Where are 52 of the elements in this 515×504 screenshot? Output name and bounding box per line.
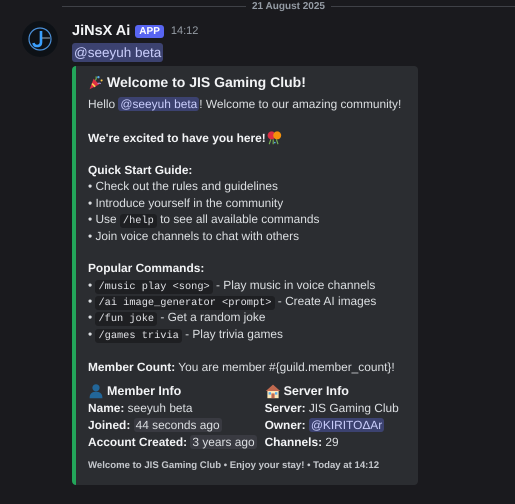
field-label: Joined: [88, 418, 130, 432]
person-icon [88, 383, 104, 400]
date-divider: 21 August 2025 [251, 0, 326, 12]
bold-text: Quick Start Guide: [88, 162, 192, 177]
message-text: You are member #{guild.member_count}! [177, 360, 395, 374]
message-text: ! Welcome to our amazing community! [199, 97, 402, 112]
field-label: Owner: [264, 418, 306, 432]
field-label: Name: [88, 401, 124, 416]
message-text: • Check out the rules and guidelines [88, 179, 278, 194]
bold-text: Member Count: [88, 360, 176, 374]
message-text: Hello [88, 97, 116, 112]
message-text: • [88, 326, 94, 341]
app-badge: APP [135, 24, 164, 38]
message-text: • [88, 310, 94, 324]
message-text: • Join voice channels to chat with others [88, 228, 300, 243]
message-text: • [88, 294, 94, 308]
field-title: Server Info [284, 383, 349, 400]
inline-code: /fun joke [95, 312, 158, 326]
field-title: Member Info [107, 383, 182, 400]
inline-code: /music play <song> [95, 280, 213, 294]
message-text: • Use [88, 212, 118, 226]
user-mention[interactable]: @seeyuh beta [118, 97, 200, 112]
embed-footer: Welcome to JIS Gaming Club • Enjoy your stay! • Today at 14:12 [88, 458, 406, 475]
party-popper-icon [88, 74, 104, 90]
field-label: Channels: [264, 434, 322, 449]
embed-title: Welcome to JIS Gaming Club! [107, 74, 306, 90]
message-text: - Play music in voice channels [215, 278, 376, 292]
message-text: - Create AI images [276, 294, 376, 308]
timestamp: 44 seconds ago [134, 418, 222, 432]
avatar[interactable] [22, 21, 58, 57]
bold-text: Popular Commands: [88, 261, 204, 276]
inline-code: /games trivia [95, 328, 182, 343]
timestamp: 3 years ago [190, 434, 257, 449]
user-mention[interactable]: @KIRITOΔAr [308, 418, 384, 432]
field-value: 29 [325, 434, 339, 449]
user-mention[interactable]: @seeyuh beta [72, 43, 164, 62]
message-time: 14:12 [170, 25, 198, 37]
field-label: Server: [264, 401, 306, 416]
author-name[interactable]: JiNsX Ai [72, 23, 130, 39]
message-text: • Introduce yourself in the community [88, 196, 284, 210]
house-icon [264, 383, 281, 400]
bold-text: We're excited to have you here! [88, 131, 266, 146]
field-value: seeyuh beta [128, 401, 192, 416]
inline-code: /ai image_generator <prompt> [95, 296, 274, 310]
message-text: - Get a random joke [159, 310, 266, 324]
message-text: to see all available commands [159, 212, 320, 226]
message-text: - Play trivia games [184, 326, 283, 341]
confetti-ball-icon [266, 129, 282, 146]
field-label: Account Created: [88, 434, 188, 449]
message-text: • [88, 278, 94, 292]
field-value: JIS Gaming Club [308, 401, 399, 416]
inline-code: /help [120, 214, 157, 228]
